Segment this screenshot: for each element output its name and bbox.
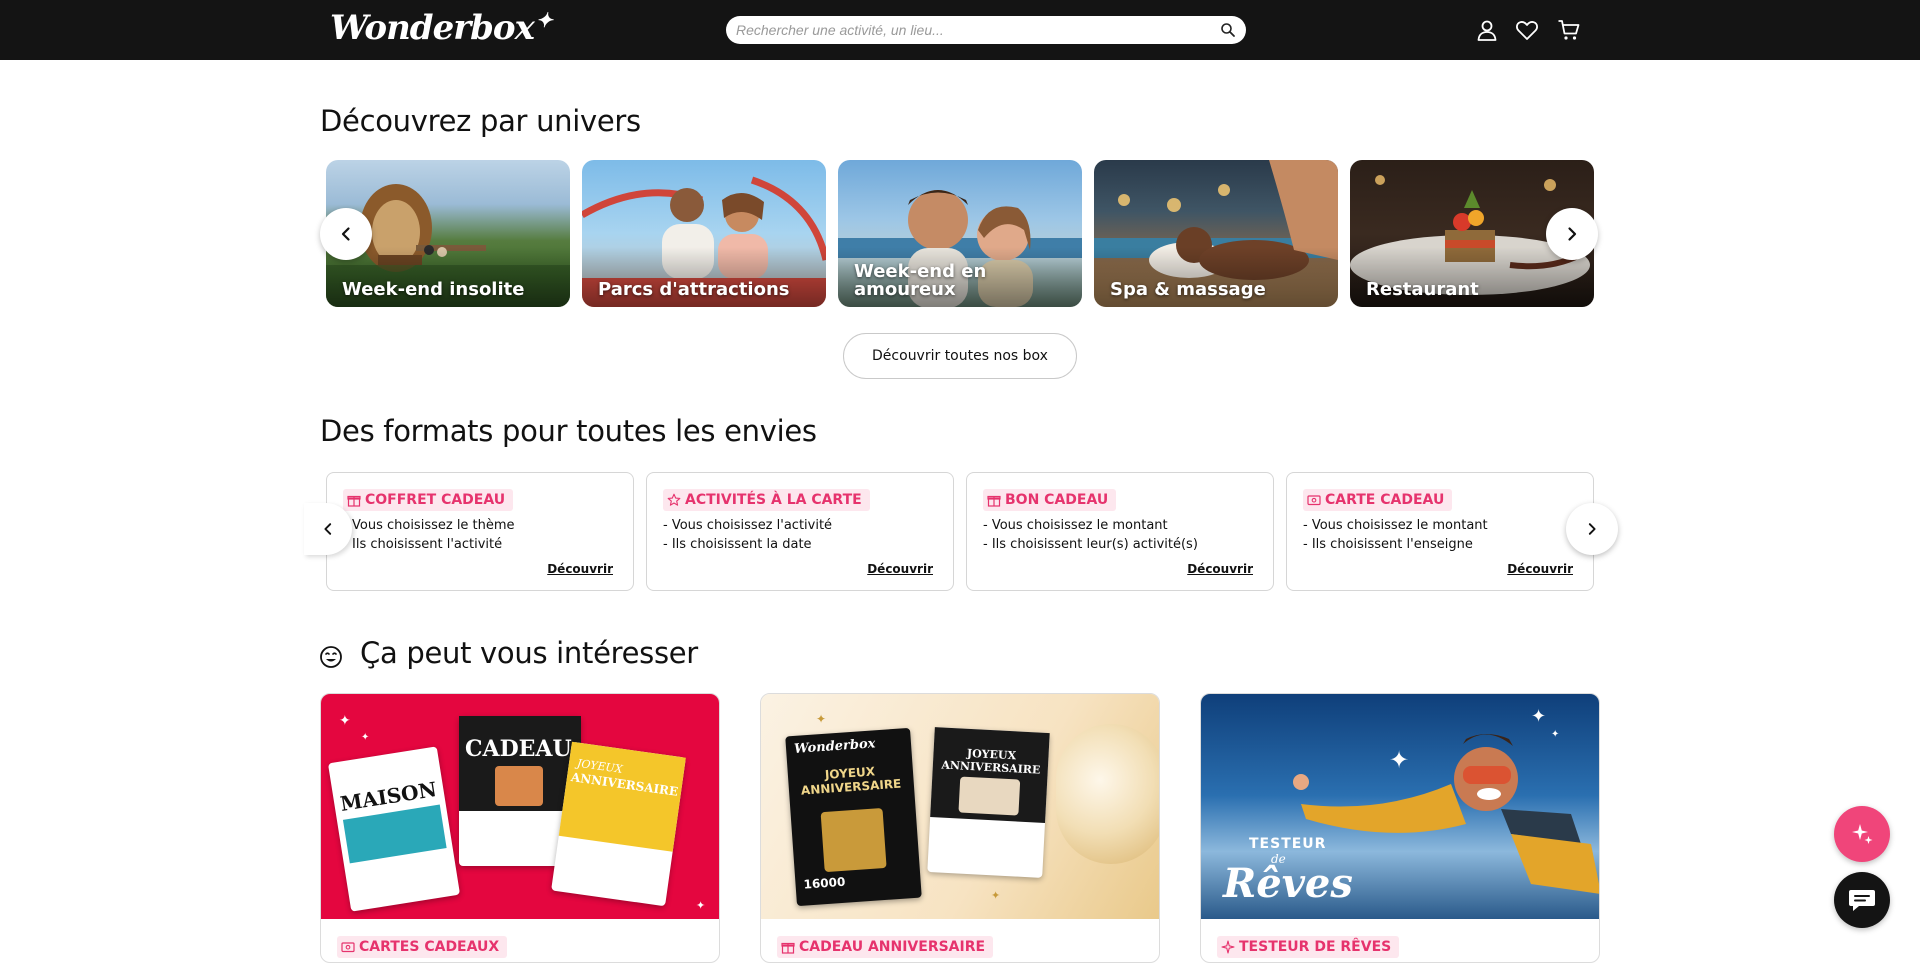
testeur-de-reves-image: ✦ ✦ ✦ TESTEUR de Rêves	[1201, 694, 1599, 919]
sparkle-icon	[1221, 940, 1235, 954]
interest-card-cadeau-anniversaire[interactable]: ✦ ✦ Wonderbox JOYEUX ANNIVERSAIRE 16000 …	[760, 693, 1160, 963]
format-tag: COFFRET CADEAU	[343, 489, 514, 511]
gift-card-maison: MAISON	[327, 746, 461, 912]
gift-card-picture	[495, 766, 543, 806]
gift-card-picture	[958, 776, 1021, 816]
ai-assistant-button[interactable]	[1834, 806, 1890, 862]
format-card-carte-cadeau[interactable]: CARTE CADEAU - Vous choisissez le montan…	[1286, 472, 1594, 591]
gift-card-anniversaire: JOYEUX ANNIVERSAIRE	[551, 741, 686, 907]
interest-tag: CADEAU ANNIVERSAIRE	[777, 936, 994, 958]
universe-label: Week-end en amoureux	[854, 261, 987, 300]
format-discover-link[interactable]: Découvrir	[867, 562, 933, 576]
cartes-cadeaux-image: ✦ ✦ ✦ MAISON CADEAU JOYEUX ANNIVERSAIRE	[321, 694, 719, 919]
cart-icon[interactable]	[1557, 18, 1581, 42]
interest-tag-label: CARTES CADEAUX	[359, 939, 500, 955]
interest-card-cartes-cadeaux[interactable]: ✦ ✦ ✦ MAISON CADEAU JOYEUX ANNIVERSAIRE …	[320, 693, 720, 963]
gift-card-anniversaire-2: JOYEUX ANNIVERSAIRE	[927, 727, 1050, 878]
universes-prev-button[interactable]	[320, 208, 372, 260]
format-tag: CARTE CADEAU	[1303, 489, 1453, 511]
wonderbox-logo[interactable]: Wonderbox ✦	[330, 8, 553, 48]
gift-card-text: CADEAU	[465, 736, 572, 762]
gift-icon	[781, 942, 795, 954]
format-card-activites-a-la-carte[interactable]: ACTIVITÉS À LA CARTE - Vous choisissez l…	[646, 472, 954, 591]
gift-icon	[987, 495, 1001, 507]
card-icon	[1307, 495, 1321, 506]
universe-label: Restaurant	[1366, 279, 1479, 300]
format-line: - Vous choisissez l'activité	[663, 518, 833, 533]
section-title-formats: Des formats pour toutes les envies	[320, 414, 817, 448]
sparkle-decoration: ✦	[696, 900, 706, 912]
top-bar: Wonderbox ✦	[0, 0, 1920, 60]
format-tag-label: ACTIVITÉS À LA CARTE	[685, 492, 862, 508]
chevron-left-icon	[341, 227, 350, 241]
card-icon	[341, 942, 355, 953]
format-line: - Ils choisissent l'enseigne	[1303, 537, 1473, 552]
chevron-right-icon	[1588, 523, 1596, 535]
interest-tag-label: TESTEUR DE RÊVES	[1239, 939, 1392, 955]
chevron-right-icon	[1568, 227, 1577, 241]
format-discover-link[interactable]: Découvrir	[1187, 562, 1253, 576]
format-line: - Ils choisissent leur(s) activité(s)	[983, 537, 1198, 552]
universe-label: Week-end insolite	[342, 279, 525, 300]
gift-card-text: JOYEUX ANNIVERSAIRE	[941, 746, 1041, 777]
universe-card-week-end-amoureux[interactable]: Week-end en amoureux	[838, 160, 1082, 307]
sparkle-decoration: ✦	[816, 712, 827, 726]
chat-button[interactable]	[1834, 872, 1890, 928]
sparkle-decoration: ✦	[991, 890, 1001, 902]
universe-label: Spa & massage	[1110, 279, 1266, 300]
sparkle-icon	[1852, 824, 1873, 844]
testeur-text: Rêves	[1223, 860, 1353, 907]
format-discover-link[interactable]: Découvrir	[547, 562, 613, 576]
format-card-coffret-cadeau[interactable]: COFFRET CADEAU Vous choisissez le thème …	[326, 472, 634, 591]
account-icon[interactable]	[1475, 18, 1499, 42]
format-line: - Ils choisissent la date	[663, 537, 812, 552]
interest-card-testeur-de-reves[interactable]: ✦ ✦ ✦ TESTEUR de Rêves TESTEUR DE RÊVES	[1200, 693, 1600, 963]
section-title-universes: Découvrez par univers	[320, 104, 641, 138]
discover-all-boxes-button[interactable]: Découvrir toutes nos box	[843, 333, 1077, 379]
universe-card-parcs-attractions[interactable]: Parcs d'attractions	[582, 160, 826, 307]
search-bar	[726, 16, 1246, 44]
universe-card-spa-massage[interactable]: Spa & massage	[1094, 160, 1338, 307]
universe-label: Parcs d'attractions	[598, 279, 790, 300]
search-input[interactable]	[736, 20, 1206, 40]
testeur-text: TESTEUR	[1249, 836, 1327, 852]
format-line: Ils choisissent l'activité	[352, 537, 503, 552]
format-tag: ACTIVITÉS À LA CARTE	[663, 489, 870, 511]
heart-icon[interactable]	[1515, 18, 1539, 42]
format-tag-label: COFFRET CADEAU	[365, 492, 506, 508]
gift-card-text: JOYEUX ANNIVERSAIRE	[800, 764, 902, 798]
cadeau-anniversaire-image: ✦ ✦ Wonderbox JOYEUX ANNIVERSAIRE 16000 …	[761, 694, 1159, 919]
logo-text: Wonderbox	[330, 8, 535, 48]
gift-card-text: 16000	[803, 874, 846, 892]
format-tag-label: BON CADEAU	[1005, 492, 1109, 508]
gift-card-picture	[820, 807, 887, 873]
balloon-decoration	[1056, 724, 1159, 864]
format-line: Vous choisissez le thème	[352, 518, 515, 533]
format-tag-label: CARTE CADEAU	[1325, 492, 1445, 508]
gift-card-gold: Wonderbox JOYEUX ANNIVERSAIRE 16000	[785, 727, 922, 907]
format-discover-link[interactable]: Découvrir	[1507, 562, 1573, 576]
format-line: - Vous choisissez le montant	[1303, 518, 1488, 533]
interest-tag: TESTEUR DE RÊVES	[1217, 936, 1400, 958]
section-title-interest: Ça peut vous intéresser	[360, 636, 698, 670]
chevron-left-icon	[324, 523, 332, 535]
search-icon[interactable]	[1220, 22, 1236, 38]
sparkle-decoration: ✦	[339, 712, 351, 728]
chat-icon	[1849, 890, 1875, 911]
format-tag: BON CADEAU	[983, 489, 1117, 511]
star-icon	[667, 493, 681, 506]
smile-icon	[320, 646, 342, 668]
sparkle-decoration: ✦	[361, 732, 370, 743]
interest-tag-label: CADEAU ANNIVERSAIRE	[799, 939, 986, 955]
interest-tag: CARTES CADEAUX	[337, 936, 508, 958]
formats-next-button[interactable]	[1566, 503, 1618, 555]
logo-spark: ✦	[535, 8, 553, 32]
gift-card-text: Wonderbox	[793, 736, 876, 757]
gift-icon	[347, 495, 361, 507]
format-card-bon-cadeau[interactable]: BON CADEAU - Vous choisissez le montant …	[966, 472, 1274, 591]
universes-next-button[interactable]	[1546, 208, 1598, 260]
format-line: - Vous choisissez le montant	[983, 518, 1168, 533]
